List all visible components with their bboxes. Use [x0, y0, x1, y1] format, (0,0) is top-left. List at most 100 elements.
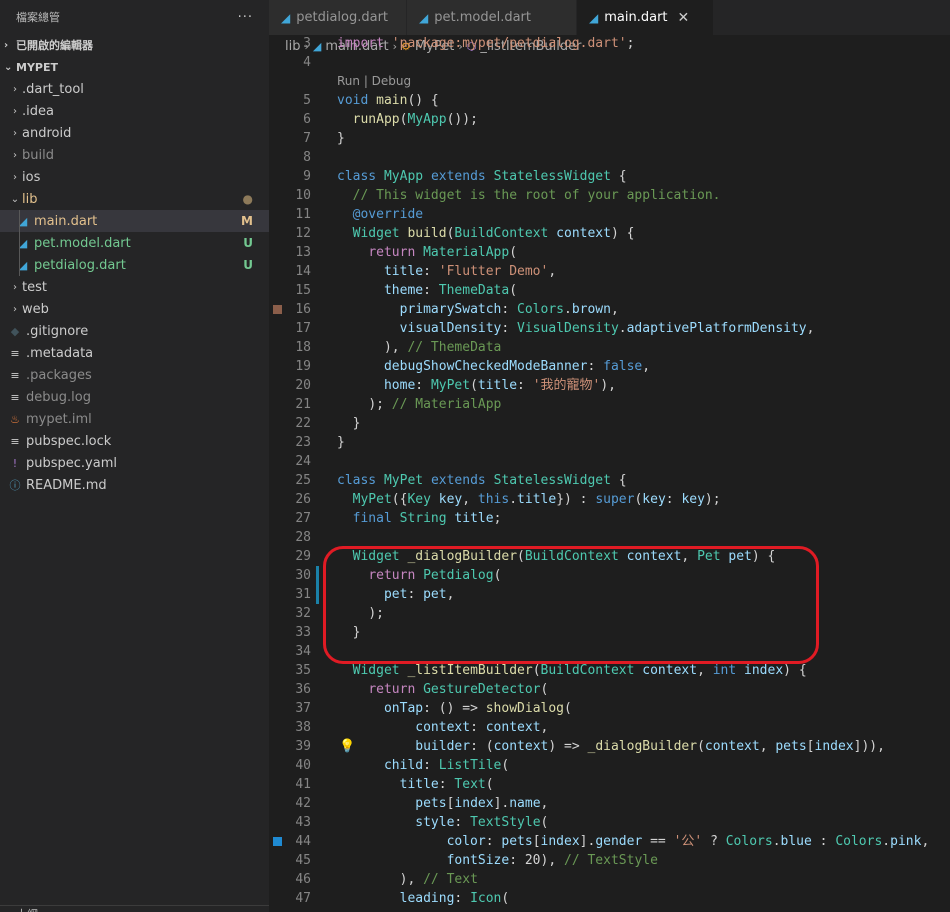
outline-section[interactable]: 大綱 — [0, 905, 269, 912]
code-line[interactable]: 46 ), // Text — [269, 870, 950, 889]
tree-folder[interactable]: › .dart_tool — [0, 78, 269, 100]
code-line[interactable]: 16 primarySwatch: Colors.brown, — [269, 300, 950, 319]
code-line[interactable]: 31 pet: pet, — [269, 585, 950, 604]
tree-file[interactable]: ◢ main.dart M — [0, 210, 269, 232]
code-line[interactable]: 21 ); // MaterialApp — [269, 395, 950, 414]
close-icon[interactable]: ✕ — [678, 10, 690, 26]
code-line[interactable]: 22 } — [269, 414, 950, 433]
tree-folder[interactable]: › .idea — [0, 100, 269, 122]
code-line[interactable]: 41 title: Text( — [269, 775, 950, 794]
code-line[interactable]: 24 — [269, 452, 950, 471]
code-line[interactable]: 23} — [269, 433, 950, 452]
chevron-right-icon: › — [13, 149, 17, 161]
code-line[interactable]: 38 context: context, — [269, 718, 950, 737]
code-text: debugShowCheckedModeBanner: false, — [383, 359, 651, 374]
code-line[interactable]: 40 child: ListTile( — [269, 756, 950, 775]
code-line[interactable]: 18 ), // ThemeData — [269, 338, 950, 357]
code-line[interactable]: 20 home: MyPet(title: '我的寵物'), — [269, 376, 950, 395]
tree-file[interactable]: ◢ petdialog.dart U — [0, 254, 269, 276]
tree-folder[interactable]: › build — [0, 144, 269, 166]
explorer-title: 檔案總管 — [16, 11, 60, 24]
code-line[interactable]: 8 — [269, 148, 950, 167]
code-text: title: 'Flutter Demo', — [383, 264, 557, 279]
tree-file[interactable]: ◢ pet.model.dart U — [0, 232, 269, 254]
project-section[interactable]: ⌄ MYPET — [0, 56, 269, 78]
code-text: pets[index].name, — [415, 796, 549, 811]
code-line[interactable]: 26 MyPet({Key key, this.title}) : super(… — [269, 490, 950, 509]
text-file-icon: ≡ — [10, 434, 20, 448]
code-line[interactable]: 44 color: pets[index].gender == '公' ? Co… — [269, 832, 950, 851]
code-line[interactable]: 12 Widget build(BuildContext context) { — [269, 224, 950, 243]
code-line[interactable]: 45 fontSize: 20), // TextStyle — [269, 851, 950, 870]
line-number: 10 — [295, 188, 311, 203]
tree-folder[interactable]: › android — [0, 122, 269, 144]
code-line[interactable]: 27 final String title; — [269, 509, 950, 528]
line-number: 15 — [295, 283, 311, 298]
code-line[interactable]: 47 leading: Icon( — [269, 889, 950, 908]
code-line[interactable]: 4 — [269, 53, 950, 72]
code-text: primarySwatch: Colors.brown, — [399, 302, 619, 317]
code-line[interactable]: 19 debugShowCheckedModeBanner: false, — [269, 357, 950, 376]
git-status-badge: ● — [242, 192, 253, 206]
tree-file[interactable]: ≡ pubspec.lock — [0, 430, 269, 452]
tree-file[interactable]: ≡ debug.log — [0, 386, 269, 408]
code-text: class MyApp extends StatelessWidget { — [337, 169, 627, 184]
code-line[interactable]: 33 } — [269, 623, 950, 642]
code-line[interactable]: 3 import 'package:mypet/petdialog.dart'; — [269, 34, 950, 53]
code-line[interactable]: 35 Widget _listItemBuilder(BuildContext … — [269, 661, 950, 680]
code-line[interactable]: 32 ); — [269, 604, 950, 623]
open-editors-section[interactable]: › 已開啟的編輯器 — [0, 34, 269, 56]
tab-pet-model-dart[interactable]: ◢ pet.model.dart — [407, 0, 577, 35]
code-line[interactable]: 37 onTap: () => showDialog( — [269, 699, 950, 718]
code-line[interactable]: 30 return Petdialog( — [269, 566, 950, 585]
code-text: pet: pet, — [383, 587, 455, 602]
code-editor[interactable]: 3 import 'package:mypet/petdialog.dart'; 4… — [269, 36, 950, 908]
tree-file[interactable]: ♨ mypet.iml — [0, 408, 269, 430]
code-line[interactable]: 10 // This widget is the root of your ap… — [269, 186, 950, 205]
tree-item-label: .dart_tool — [22, 81, 84, 97]
code-line[interactable]: 9 class MyApp extends StatelessWidget { — [269, 167, 950, 186]
tree-file[interactable]: ◆ .gitignore — [0, 320, 269, 342]
code-line[interactable]: 25 class MyPet extends StatelessWidget { — [269, 471, 950, 490]
code-line[interactable]: 5 void main() { — [269, 91, 950, 110]
code-text: builder: (context) => _dialogBuilder(con… — [415, 739, 885, 754]
code-text: title: Text( — [399, 777, 494, 792]
code-line[interactable]: 6 runApp(MyApp()); — [269, 110, 950, 129]
more-actions-icon[interactable]: ··· — [238, 10, 253, 25]
tree-file[interactable]: ⓘ README.md — [0, 474, 269, 496]
chevron-right-icon: › — [13, 303, 17, 315]
tab-petdialog-dart[interactable]: ◢ petdialog.dart — [269, 0, 407, 35]
code-line[interactable]: 15 theme: ThemeData( — [269, 281, 950, 300]
code-line[interactable]: 11 @override — [269, 205, 950, 224]
tab-main-dart[interactable]: ◢ main.dart ✕ — [577, 0, 714, 35]
code-line[interactable]: 14 title: 'Flutter Demo', — [269, 262, 950, 281]
tree-folder[interactable]: › web — [0, 298, 269, 320]
line-number: 43 — [295, 815, 311, 830]
code-line[interactable]: 7} — [269, 129, 950, 148]
tree-folder[interactable]: ⌄ lib ● — [0, 188, 269, 210]
run-debug-codelens[interactable]: Run | Debug — [337, 72, 411, 91]
code-line[interactable]: 💡 39 builder: (context) => _dialogBuilder… — [269, 737, 950, 756]
tree-item-label: pet.model.dart — [34, 235, 131, 251]
code-line[interactable]: 34 — [269, 642, 950, 661]
line-number: 26 — [295, 492, 311, 507]
tree-file[interactable]: ≡ .metadata — [0, 342, 269, 364]
code-line[interactable]: 28 — [269, 528, 950, 547]
code-line[interactable]: 36 return GestureDetector( — [269, 680, 950, 699]
tree-folder[interactable]: › test — [0, 276, 269, 298]
tree-item-label: .packages — [26, 367, 92, 383]
tree-file[interactable]: ! pubspec.yaml — [0, 452, 269, 474]
code-line[interactable]: 29 Widget _dialogBuilder(BuildContext co… — [269, 547, 950, 566]
codelens[interactable]: Run | Debug — [269, 72, 950, 91]
tree-file[interactable]: ≡ .packages — [0, 364, 269, 386]
line-number: 46 — [295, 872, 311, 887]
chevron-right-icon: › — [13, 171, 17, 183]
tree-item-label: lib — [22, 191, 38, 207]
code-text: runApp(MyApp()); — [352, 112, 478, 127]
code-line[interactable]: 13 return MaterialApp( — [269, 243, 950, 262]
code-line[interactable]: 42 pets[index].name, — [269, 794, 950, 813]
chevron-down-icon: ⌄ — [4, 61, 13, 73]
code-line[interactable]: 17 visualDensity: VisualDensity.adaptive… — [269, 319, 950, 338]
code-line[interactable]: 43 style: TextStyle( — [269, 813, 950, 832]
tree-folder[interactable]: › ios — [0, 166, 269, 188]
